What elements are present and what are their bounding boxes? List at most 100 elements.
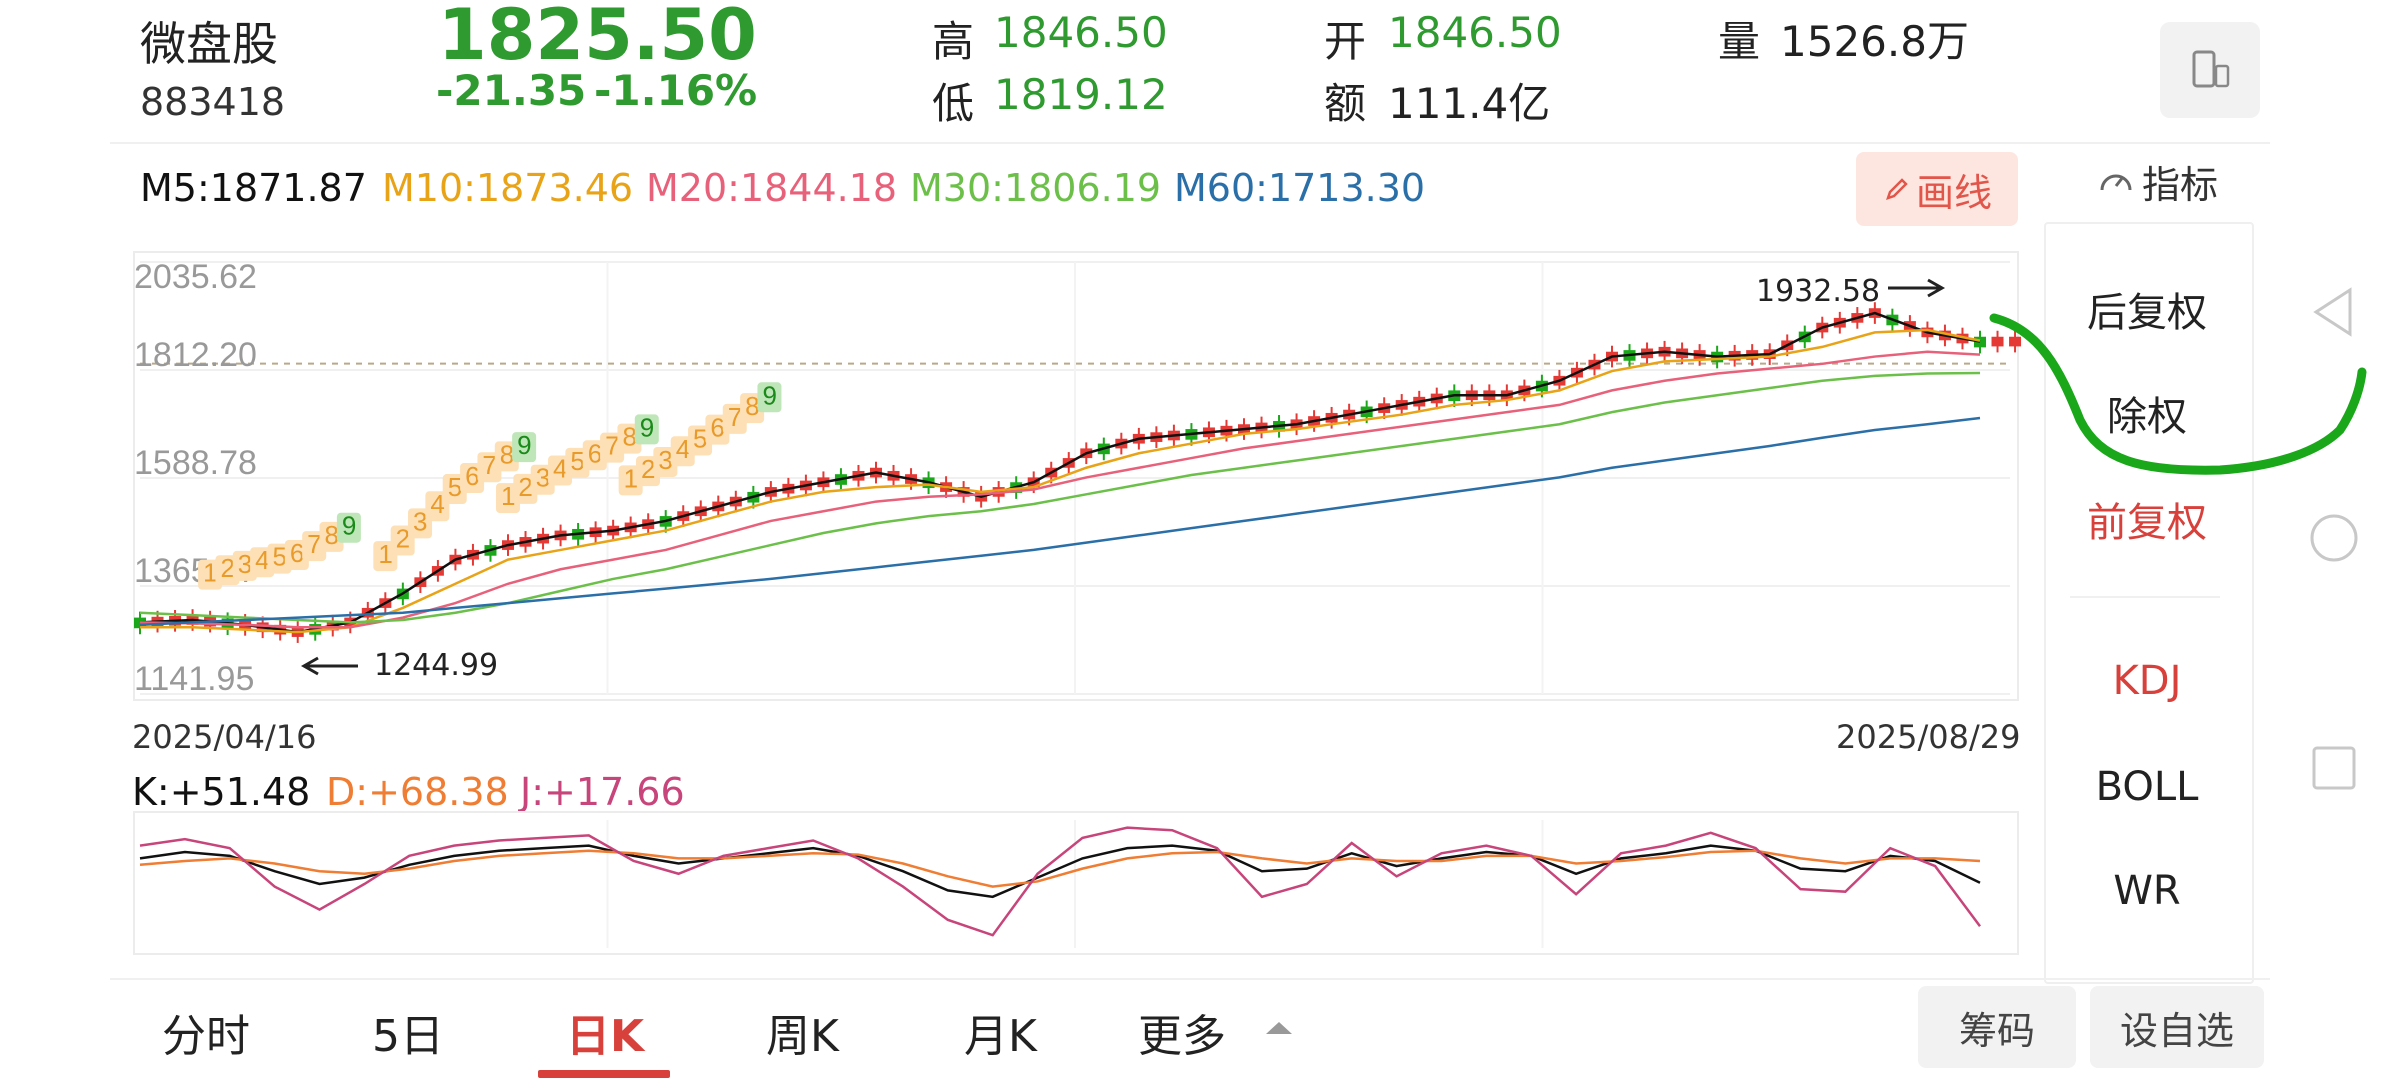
y-tick-label: 1141.95 — [134, 660, 254, 698]
td-marker-number: 6 — [588, 438, 602, 468]
menu-item-wr[interactable]: WR — [2044, 868, 2250, 914]
ma5-value: M5:1871.87 — [140, 166, 367, 210]
td-marker-number: 5 — [448, 472, 462, 502]
ma10-value: M10:1873.46 — [382, 166, 634, 210]
td-marker-number: 2 — [518, 472, 532, 502]
landscape-toggle-button[interactable] — [2160, 22, 2260, 118]
td-marker-number: 7 — [605, 431, 619, 461]
td-marker-number: 7 — [728, 402, 742, 432]
tab-weekly-k[interactable]: 周K — [766, 1000, 839, 1064]
td-marker-number: 3 — [238, 549, 252, 579]
kdj-line-j — [139, 826, 1982, 937]
amount-label: 额 — [1324, 79, 1367, 128]
phone-rotate-icon — [2192, 50, 2230, 88]
min-arrow-icon — [300, 656, 358, 676]
y-tick-label: 1588.78 — [134, 444, 257, 482]
td-marker-number: 4 — [255, 545, 269, 575]
max-price-annotation: 1932.58 — [1756, 274, 1881, 309]
kdj-chart[interactable] — [130, 810, 2030, 958]
active-tab-indicator — [538, 1070, 670, 1078]
caret-up-icon — [1266, 1022, 1292, 1034]
y-axis-labels: 2035.621812.201588.781365.371141.95 — [134, 258, 257, 698]
td-marker-number: 8 — [325, 520, 339, 550]
td-marker-number: 1 — [501, 481, 515, 511]
td-marker-number: 7 — [482, 450, 496, 480]
td-marker-number: 8 — [745, 391, 759, 421]
nav-home-icon[interactable] — [2304, 508, 2364, 568]
td-marker-number: 6 — [290, 538, 304, 568]
stock-name: 微盘股 — [140, 17, 278, 71]
td-marker-number: 2 — [641, 454, 655, 484]
kdj-k-value: K:+51.48 — [132, 770, 311, 814]
min-price-annotation: 1244.99 — [374, 648, 499, 683]
kdj-grid — [606, 820, 1544, 948]
td-marker-number: 9 — [640, 412, 654, 442]
candlesticks — [134, 302, 2022, 643]
end-date: 2025/08/29 — [1836, 718, 2021, 756]
high-value: 1846.50 — [994, 8, 1168, 57]
td-marker-number: 6 — [465, 461, 479, 491]
header-divider — [110, 142, 2270, 144]
stock-code: 883418 — [140, 80, 286, 124]
chips-button[interactable]: 筹码 — [1918, 986, 2076, 1068]
tab-daily-k[interactable]: 日K — [566, 1000, 644, 1064]
open-value: 1846.50 — [1388, 8, 1562, 57]
td-marker-number: 9 — [762, 380, 776, 410]
tab-more[interactable]: 更多 — [1138, 1000, 1226, 1064]
td-marker-number: 8 — [622, 422, 636, 452]
td-marker-number: 5 — [272, 542, 286, 572]
max-arrow-icon — [1888, 278, 1946, 298]
side-divider — [2070, 596, 2220, 598]
td-marker-number: 5 — [693, 423, 707, 453]
td-marker-number: 8 — [500, 439, 514, 469]
draw-line-button[interactable]: 画线 — [1856, 152, 2018, 226]
td-marker-number: 5 — [570, 446, 584, 476]
td-marker-number: 9 — [342, 511, 356, 541]
tab-monthly-k[interactable]: 月K — [964, 1000, 1037, 1064]
td-marker-number: 1 — [378, 539, 392, 569]
volume-value: 1526.8万 — [1780, 17, 1969, 66]
draw-line-label: 画线 — [1915, 170, 1992, 215]
tab-intraday[interactable]: 分时 — [162, 1000, 250, 1064]
kline-chart[interactable]: 2035.621812.201588.781365.371141.95 1234… — [130, 248, 2030, 708]
td-marker-number: 2 — [220, 553, 234, 583]
start-date: 2025/04/16 — [132, 718, 317, 756]
kdj-d-value: D:+68.38 — [326, 770, 509, 814]
ma20-value: M20:1844.18 — [646, 166, 898, 210]
y-tick-label: 2035.62 — [134, 258, 257, 296]
tab-5day[interactable]: 5日 — [372, 1000, 444, 1064]
menu-item-boll[interactable]: BOLL — [2044, 764, 2250, 810]
y-tick-label: 1812.20 — [134, 336, 257, 374]
tabs-divider — [110, 978, 2270, 980]
td-marker-number: 3 — [658, 445, 672, 475]
nav-recents-icon[interactable] — [2304, 738, 2364, 798]
low-value: 1819.12 — [994, 70, 1168, 119]
high-label: 高 — [932, 17, 975, 66]
nav-back-icon[interactable] — [2304, 282, 2364, 342]
td-marker-number: 4 — [676, 434, 690, 464]
price-change-pct: -1.16% — [594, 66, 758, 115]
td-marker-number: 3 — [536, 463, 550, 493]
current-price: 1825.50 — [438, 0, 757, 76]
kdj-j-value: J:+17.66 — [520, 770, 685, 814]
volume-label: 量 — [1718, 17, 1761, 66]
kdj-lines — [139, 826, 1982, 937]
td-marker-number: 4 — [553, 454, 567, 484]
low-label: 低 — [932, 79, 975, 128]
td-marker-number: 4 — [430, 489, 444, 519]
price-change: -21.35 — [436, 66, 587, 115]
td-marker-number: 3 — [413, 506, 427, 536]
td-marker-number: 7 — [307, 529, 321, 559]
add-watchlist-button[interactable]: 设自选 — [2090, 986, 2264, 1068]
td-marker-number: 1 — [624, 463, 638, 493]
td-marker-number: 1 — [203, 558, 217, 588]
td-marker-number: 6 — [710, 413, 724, 443]
ma60-value: M60:1713.30 — [1174, 166, 1426, 210]
td-marker-number: 9 — [517, 430, 531, 460]
menu-item-kdj[interactable]: KDJ — [2044, 658, 2250, 704]
moving-average-lines — [139, 311, 1981, 634]
chart-grid — [140, 261, 2010, 695]
indicator-button[interactable]: 指标 — [2096, 154, 2218, 209]
open-label: 开 — [1324, 17, 1367, 66]
amount-value: 111.4亿 — [1388, 79, 1551, 128]
